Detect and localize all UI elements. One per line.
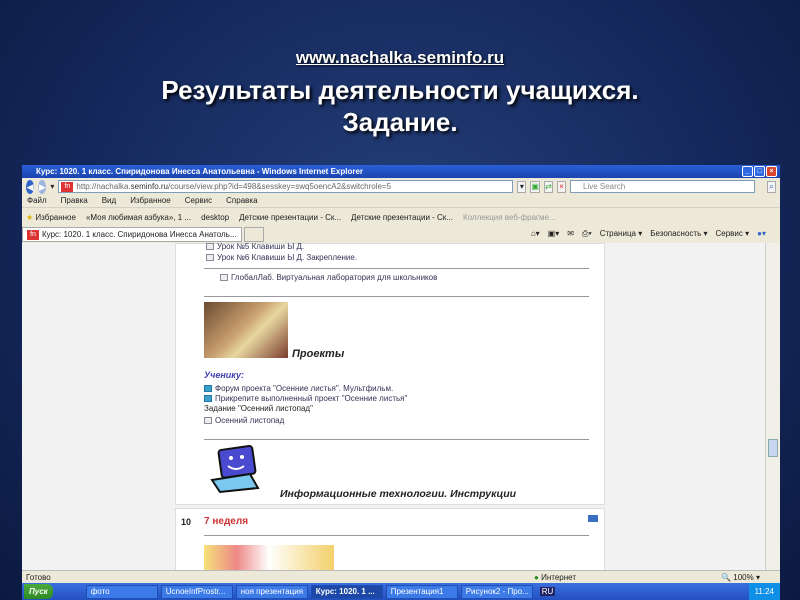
title-bar: Курс: 1020. 1 класс. Спиридонова Инесса …: [22, 165, 780, 178]
taskbar-item[interactable]: Курс: 1020. 1 ...: [310, 584, 383, 599]
taskbar-item[interactable]: Рисунок2 - Про...: [460, 584, 533, 599]
projects-heading: Проекты: [292, 348, 345, 360]
globe-icon: ●: [534, 573, 539, 582]
divider: [204, 296, 589, 297]
taskbar-item[interactable]: UcnoeInfProstr...: [160, 584, 233, 599]
favorite-link[interactable]: desktop: [201, 213, 229, 222]
page-icon: [206, 243, 214, 250]
computer-mascot-icon: [210, 445, 260, 494]
scroll-thumb[interactable]: [768, 439, 778, 457]
window-title: Курс: 1020. 1 класс. Спиридонова Инесса …: [36, 167, 364, 176]
divider: [204, 439, 589, 440]
collapse-icon[interactable]: [588, 515, 598, 522]
lesson-link[interactable]: Урок №5 Клавиши Ы Д.: [206, 243, 304, 251]
url-input[interactable]: fn http://nachalka. seminfo.ru/course/view…: [58, 180, 514, 193]
forward-button[interactable]: ▶: [38, 179, 47, 194]
safety-menu[interactable]: Безопасность ▾: [650, 229, 707, 239]
it-heading: Информационные технологии. Инструкции: [280, 488, 517, 500]
page-content: Урок №5 Клавиши Ы Д. Урок №6 Клавиши Ы Д…: [22, 243, 765, 570]
taskbar: Пуск фото UcnoeInfProstr... ноя презента…: [22, 583, 780, 600]
stop-icon[interactable]: ×: [556, 180, 566, 193]
search-input[interactable]: Live Search: [570, 180, 755, 193]
task-label: Задание "Осенний листопад": [204, 404, 313, 413]
menu-edit[interactable]: Правка: [61, 195, 88, 207]
menu-tools[interactable]: Сервис: [185, 195, 212, 207]
close-button[interactable]: ×: [766, 166, 777, 177]
forum-icon: [204, 385, 212, 392]
clock: 11:24: [754, 587, 774, 596]
menu-view[interactable]: Вид: [102, 195, 116, 207]
menu-bar: Файл Правка Вид Избранное Сервис Справка: [22, 195, 780, 207]
print-icon[interactable]: ⎙▾: [582, 229, 592, 239]
taskbar-item[interactable]: Презентация1: [385, 584, 458, 599]
taskbar-item[interactable]: фото: [85, 584, 158, 599]
address-bar: ◀ ▶ ▾ fn http://nachalka. seminfo.ru/cours…: [22, 178, 780, 195]
riddles-image: [204, 545, 334, 570]
compat-icon[interactable]: ▣: [530, 180, 540, 193]
forum-icon: [204, 395, 212, 402]
home-icon[interactable]: ⌂▾: [531, 229, 540, 239]
lesson-link[interactable]: Урок №6 Клавиши Ы Д. Закрепление.: [206, 253, 357, 262]
favorites-bar: ★ Избранное «Моя любимая азбука», 1 ... …: [22, 207, 780, 226]
status-text: Готово: [26, 573, 51, 582]
browser-window: Курс: 1020. 1 класс. Спиридонова Инесса …: [22, 165, 780, 600]
site-favicon: fn: [61, 181, 74, 192]
week-section: 10 7 неделя: [175, 508, 605, 570]
start-button[interactable]: Пуск: [24, 584, 53, 599]
task-link[interactable]: Осенний листопад: [204, 416, 284, 425]
menu-favorites[interactable]: Избранное: [130, 195, 171, 207]
language-indicator[interactable]: RU: [539, 587, 556, 596]
minimize-button[interactable]: _: [742, 166, 753, 177]
system-tray: 11:24: [748, 583, 780, 600]
favorite-link[interactable]: Детские презентации - Ск...: [351, 213, 453, 222]
command-bar: ⌂▾ ▣▾ ✉ ⎙▾ Страница ▾ Безопасность ▾ Сер…: [531, 229, 766, 239]
forum-link[interactable]: Форум проекта "Осенние листья". Мультфил…: [204, 384, 393, 393]
favorites-button[interactable]: ★ Избранное: [26, 213, 76, 222]
vertical-scrollbar[interactable]: [765, 243, 780, 570]
help-icon[interactable]: ●▾: [757, 229, 766, 239]
projects-photo: [204, 302, 288, 358]
globallab-link[interactable]: ГлобалЛаб. Виртуальная лаборатория для ш…: [220, 273, 437, 282]
back-button[interactable]: ◀: [26, 179, 35, 194]
slide-header: www.nachalka.seminfo.ru Результаты деяте…: [0, 48, 800, 138]
feeds-icon[interactable]: ▣▾: [548, 229, 560, 239]
page-icon: [206, 254, 214, 261]
tab-course[interactable]: fn Курс: 1020. 1 класс. Спиридонова Инесс…: [22, 227, 242, 242]
favorite-link[interactable]: Коллекция веб-фрагме...: [463, 213, 556, 222]
url-dropdown-button[interactable]: ▾: [517, 180, 527, 193]
new-tab-button[interactable]: [244, 227, 264, 242]
menu-file[interactable]: Файл: [27, 195, 47, 207]
computer-icon: [220, 274, 228, 281]
divider: [204, 268, 589, 269]
mail-icon[interactable]: ✉: [567, 229, 574, 239]
week-title: 7 неделя: [204, 516, 249, 527]
section-number: 10: [181, 517, 192, 527]
refresh-icon[interactable]: ⇄: [543, 180, 553, 193]
assignment-link[interactable]: Прикрепите выполненный проект "Осенние л…: [204, 394, 407, 403]
page-menu[interactable]: Страница ▾: [600, 229, 643, 239]
site-link[interactable]: www.nachalka.seminfo.ru: [0, 48, 800, 68]
slide-title: Результаты деятельности учащихся. Задание…: [161, 75, 639, 137]
divider: [204, 535, 589, 536]
history-dropdown-icon[interactable]: ▾: [50, 182, 54, 191]
taskbar-item[interactable]: ноя презентация: [235, 584, 308, 599]
favorite-link[interactable]: «Моя любимая азбука», 1 ...: [86, 213, 191, 222]
menu-help[interactable]: Справка: [226, 195, 257, 207]
student-heading: Ученику:: [204, 370, 244, 380]
tools-menu[interactable]: Сервис ▾: [716, 229, 750, 239]
assignment-icon: [204, 417, 212, 424]
status-bar: Готово ● Интернет 🔍 100% ▾: [22, 570, 780, 583]
maximize-button[interactable]: □: [754, 166, 765, 177]
site-favicon: fn: [27, 229, 39, 240]
course-section: Урок №5 Клавиши Ы Д. Урок №6 Клавиши Ы Д…: [175, 243, 605, 505]
favorite-link[interactable]: Детские презентации - Ск...: [239, 213, 341, 222]
tab-row: fn Курс: 1020. 1 класс. Спиридонова Инесс…: [22, 226, 780, 243]
star-icon: ★: [26, 212, 34, 222]
search-icon[interactable]: ⌕: [767, 180, 777, 193]
